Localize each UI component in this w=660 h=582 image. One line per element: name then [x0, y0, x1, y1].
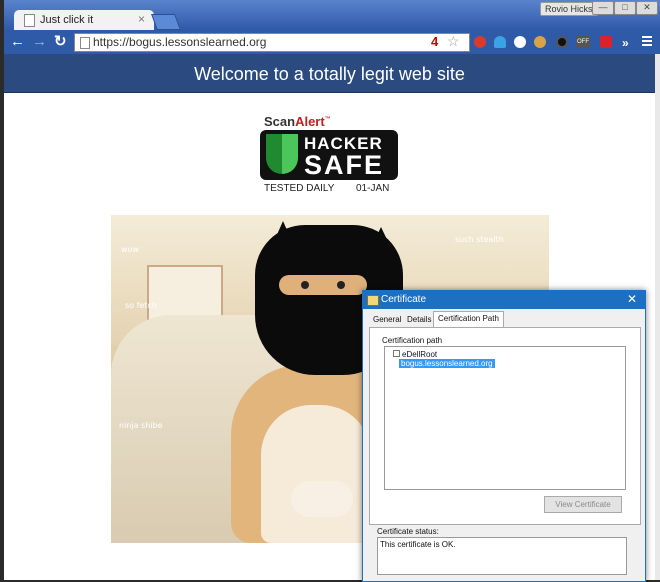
- caption-ninja-shibe: ninja shibe: [119, 421, 163, 430]
- badge-box: HACKER SAFE: [260, 130, 398, 180]
- caption-wow: wow: [121, 245, 139, 254]
- tab-certification-path[interactable]: Certification Path: [433, 311, 504, 328]
- browser-window: Just click it × Rovio Hicks — □ ✕ ← → ↻ …: [0, 0, 660, 582]
- dialog-titlebar: Certificate ✕: [363, 291, 645, 309]
- dog-eyes: [279, 275, 367, 295]
- reload-icon[interactable]: ↻: [54, 34, 67, 50]
- dialog-title: Certificate: [381, 294, 427, 305]
- caption-such-stealth: such stealth: [455, 235, 504, 244]
- cookie-icon[interactable]: [534, 36, 546, 48]
- maximize-button[interactable]: □: [614, 1, 636, 15]
- ghostery-icon[interactable]: [494, 36, 506, 48]
- certificate-status-label: Certificate status:: [377, 527, 439, 536]
- chat-icon[interactable]: [514, 36, 526, 48]
- certification-path-panel: Certification path eDellRoot bogus.lesso…: [369, 327, 641, 525]
- dog-chest: [261, 405, 371, 543]
- profile-name-button[interactable]: Rovio Hicks: [540, 2, 598, 16]
- tab-general[interactable]: General: [369, 313, 405, 327]
- expand-icon[interactable]: [393, 350, 400, 357]
- overflow-chevron-icon[interactable]: »: [622, 35, 629, 51]
- badge-safe-text: SAFE: [304, 150, 385, 180]
- tree-node-leaf[interactable]: bogus.lessonslearned.org: [399, 359, 495, 368]
- certificate-status-box[interactable]: This certificate is OK.: [377, 537, 627, 575]
- dog-eye-right: [337, 281, 345, 289]
- certification-path-label: Certification path: [382, 336, 443, 345]
- background-window-edge: [655, 54, 660, 580]
- shield-icon: [266, 134, 298, 174]
- view-certificate-button[interactable]: View Certificate: [544, 496, 622, 513]
- puzzle-icon[interactable]: [600, 36, 612, 48]
- scanalert-logo: ScanAlert™: [264, 114, 331, 129]
- browser-toolbar: ← → ↻ https://bogus.lessonslearned.org 4…: [4, 30, 660, 54]
- page-icon: [24, 14, 35, 27]
- dialog-close-icon[interactable]: ✕: [627, 292, 637, 306]
- tab-title: Just click it: [40, 14, 94, 26]
- off-toggle-icon[interactable]: OFF: [576, 36, 590, 48]
- dog-eye-left: [301, 281, 309, 289]
- hamburger-menu-icon[interactable]: [642, 36, 652, 48]
- adblock-icon[interactable]: [474, 36, 486, 48]
- certificate-icon: [367, 295, 379, 306]
- certification-path-tree[interactable]: eDellRoot bogus.lessonslearned.org: [384, 346, 626, 490]
- page-title: Welcome to a totally legit web site: [194, 64, 465, 84]
- tab-strip: Just click it × Rovio Hicks — □ ✕: [4, 0, 660, 30]
- extension-count-badge: 4: [431, 34, 439, 49]
- dog-paw: [291, 481, 353, 517]
- tree-node-root[interactable]: eDellRoot: [393, 350, 437, 359]
- badge-date-text: 01-JAN: [356, 183, 390, 194]
- minimize-button[interactable]: —: [592, 1, 614, 15]
- page-info-icon[interactable]: [80, 37, 90, 49]
- tab-close-icon[interactable]: ×: [138, 12, 145, 26]
- close-window-button[interactable]: ✕: [636, 1, 658, 15]
- circle-icon[interactable]: [556, 36, 568, 48]
- badge-tested-text: TESTED DAILY: [264, 183, 335, 194]
- caption-so-fetch: so fetch: [125, 301, 157, 310]
- tab-just-click-it[interactable]: Just click it ×: [14, 10, 154, 30]
- url-text: https://bogus.lessonslearned.org: [93, 35, 267, 49]
- site-header: Welcome to a totally legit web site: [4, 54, 655, 93]
- hacker-safe-badge[interactable]: ScanAlert™ HACKER SAFE TESTED DAILY 01-J…: [260, 114, 402, 196]
- back-arrow-icon[interactable]: ←: [10, 34, 25, 50]
- forward-arrow-icon[interactable]: →: [32, 34, 47, 50]
- bookmark-star-icon[interactable]: ☆: [447, 33, 460, 50]
- tab-details[interactable]: Details: [403, 313, 435, 327]
- certificate-dialog: Certificate ✕ General Details Certificat…: [362, 290, 646, 582]
- address-bar[interactable]: https://bogus.lessonslearned.org 4 ☆: [74, 33, 470, 52]
